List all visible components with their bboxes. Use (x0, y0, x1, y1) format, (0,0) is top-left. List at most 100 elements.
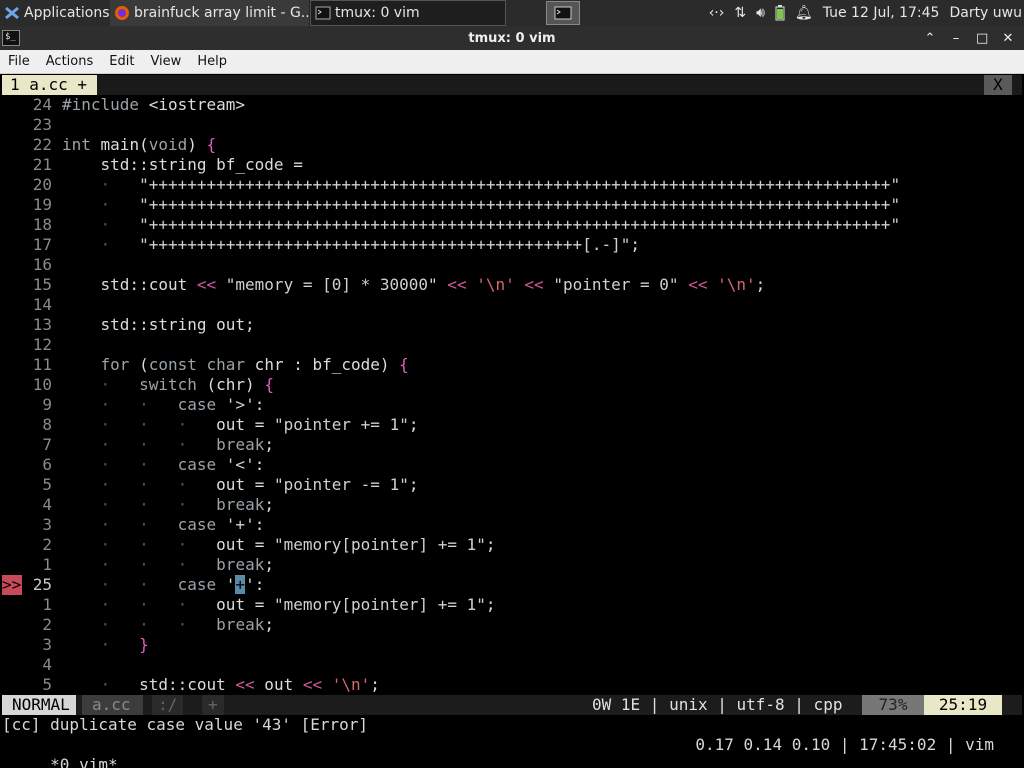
network-arrows-icon[interactable]: ‹·› (709, 5, 725, 21)
code-line[interactable]: 10 · switch (chr) { (2, 375, 1022, 395)
close-button[interactable]: ✕ (1002, 31, 1014, 46)
code-text: · · · out = "memory[pointer] += 1"; (100, 535, 496, 554)
user-menu[interactable]: Darty uwu (949, 5, 1022, 21)
applications-menu[interactable]: Applications ☰ (0, 0, 110, 26)
tmux-window-list[interactable]: *0 vim* (41, 755, 117, 768)
status-segment: :/ (152, 695, 184, 715)
xfce-logo-icon (5, 6, 19, 20)
menu-file[interactable]: File (0, 54, 38, 69)
line-number: 21 (32, 155, 52, 174)
code-text: · "+++++++++++++++++++++++++++++++++++++… (100, 175, 901, 194)
code-line[interactable]: 9 · · case '>': (2, 395, 1022, 415)
transfer-icon[interactable]: ⇅ (734, 5, 746, 21)
taskbar-item-firefox[interactable]: brainfuck array limit - G... (110, 0, 310, 26)
maximize-button[interactable]: □ (976, 31, 988, 46)
line-number: 2 (42, 535, 52, 554)
line-number: 22 (32, 135, 52, 154)
vim-tabline: 1 a.cc + X (2, 75, 1022, 95)
vim-statusline: NORMAL a.cc :/ + 0W 1E | unix | utf-8 | … (2, 695, 1022, 715)
text-cursor: + (235, 575, 246, 594)
line-number: 24 (32, 95, 52, 114)
menu-actions[interactable]: Actions (38, 54, 102, 69)
line-number: 18 (32, 215, 52, 234)
code-line[interactable]: 1 · · · out = "memory[pointer] += 1"; (2, 595, 1022, 615)
code-text: for (const char chr : bf_code) { (100, 355, 409, 374)
code-text: · · · break; (100, 555, 274, 574)
window-title: tmux: 0 vim (468, 30, 556, 46)
battery-icon[interactable] (775, 5, 785, 21)
code-line[interactable]: 4 (2, 655, 1022, 675)
applications-label: Applications ☰ (24, 5, 110, 21)
code-line[interactable]: 7 · · · break; (2, 435, 1022, 455)
shade-button[interactable]: ⌃ (924, 31, 936, 46)
clock[interactable]: Tue 12 Jul, 17:45 (823, 5, 940, 21)
line-number: 12 (32, 335, 52, 354)
tab-close-button[interactable]: X (984, 75, 1012, 95)
minimize-button[interactable]: – (950, 31, 962, 46)
code-line[interactable]: 25 >> · · case '+': (2, 575, 1022, 595)
code-line[interactable]: 18 · "++++++++++++++++++++++++++++++++++… (2, 215, 1022, 235)
code-line[interactable]: 2 · · · out = "memory[pointer] += 1"; (2, 535, 1022, 555)
code-line[interactable]: 15 std::cout << "memory = [0] * 30000" <… (2, 275, 1022, 295)
line-number: 8 (42, 415, 52, 434)
code-line[interactable]: 8 · · · out = "pointer += 1"; (2, 415, 1022, 435)
line-number: 5 (42, 675, 52, 694)
code-line[interactable]: 16 (2, 255, 1022, 275)
line-number: 10 (32, 375, 52, 394)
code-text: · · case '+': (100, 515, 265, 534)
terminal-icon (315, 6, 331, 20)
code-line[interactable]: 6 · · case '<': (2, 455, 1022, 475)
code-line[interactable]: 3 · } (2, 635, 1022, 655)
code-text: #include <iostream> (62, 95, 246, 114)
code-line[interactable]: 4 · · · break; (2, 495, 1022, 515)
terminal-icon (554, 6, 572, 20)
notification-bell-icon[interactable]: 🔔︎ (795, 5, 813, 21)
volume-icon[interactable]: 🔊︎ (756, 5, 765, 21)
code-line[interactable]: 5 · · · out = "pointer -= 1"; (2, 475, 1022, 495)
code-line[interactable]: 12 (2, 335, 1022, 355)
vim-message-line: [cc] duplicate case value '43' [Error] (2, 715, 369, 734)
code-text: std::cout << "memory = [0] * 30000" << '… (62, 275, 766, 294)
code-text: · · · break; (100, 615, 274, 634)
code-line[interactable]: 1 · · · break; (2, 555, 1022, 575)
code-line[interactable]: 22 int main(void) { (2, 135, 1022, 155)
menu-view[interactable]: View (142, 54, 189, 69)
status-fileinfo: 0W 1E | unix | utf-8 | cpp (592, 695, 843, 714)
code-line[interactable]: 20 · "++++++++++++++++++++++++++++++++++… (2, 175, 1022, 195)
line-number: 15 (32, 275, 52, 294)
status-filename: a.cc (82, 695, 143, 715)
line-number: 14 (32, 295, 52, 314)
code-line[interactable]: 19 · "++++++++++++++++++++++++++++++++++… (2, 195, 1022, 215)
code-line[interactable]: 17 · "++++++++++++++++++++++++++++++++++… (2, 235, 1022, 255)
code-line[interactable]: 13 std::string out; (2, 315, 1022, 335)
menu-edit[interactable]: Edit (101, 54, 142, 69)
code-line[interactable]: 2 · · · break; (2, 615, 1022, 635)
window-titlebar[interactable]: $_ tmux: 0 vim ⌃ – □ ✕ (0, 26, 1024, 50)
code-line[interactable]: 23 (2, 115, 1022, 135)
code-line[interactable]: 3 · · case '+': (2, 515, 1022, 535)
menu-help[interactable]: Help (189, 54, 235, 69)
taskbar-item-terminal[interactable]: tmux: 0 vim (310, 0, 506, 26)
menubar: File Actions Edit View Help (0, 50, 1024, 74)
line-number: 9 (42, 395, 52, 414)
code-line[interactable]: 5 · std::cout << out << '\n'; (2, 675, 1022, 695)
status-segment: + (202, 695, 224, 715)
line-number: 4 (42, 655, 52, 674)
code-line[interactable]: 24 #include <iostream> (2, 95, 1022, 115)
workspace-switcher[interactable] (546, 1, 580, 25)
code-text: · · · break; (100, 435, 274, 454)
tab-a-cc[interactable]: 1 a.cc + (2, 75, 98, 95)
line-number: 16 (32, 255, 52, 274)
line-number: 23 (32, 115, 52, 134)
terminal-area[interactable]: 1 a.cc + X 24 #include <iostream> 23 22 int … (2, 75, 1022, 768)
code-line[interactable]: 21 std::string bf_code = (2, 155, 1022, 175)
tmux-statusbar: *0 vim* 0.17 0.14 0.10 | 17:45:02 | vim (2, 735, 1022, 768)
taskbar-item-label: brainfuck array limit - G... (134, 5, 310, 21)
code-text: · "+++++++++++++++++++++++++++++++++++++… (100, 235, 640, 254)
line-number: 2 (42, 615, 52, 634)
code-text: · std::cout << out << '\n'; (100, 675, 380, 694)
code-line[interactable]: 14 (2, 295, 1022, 315)
line-number: 1 (42, 555, 52, 574)
code-text: std::string bf_code = (62, 155, 303, 174)
code-line[interactable]: 11 for (const char chr : bf_code) { (2, 355, 1022, 375)
